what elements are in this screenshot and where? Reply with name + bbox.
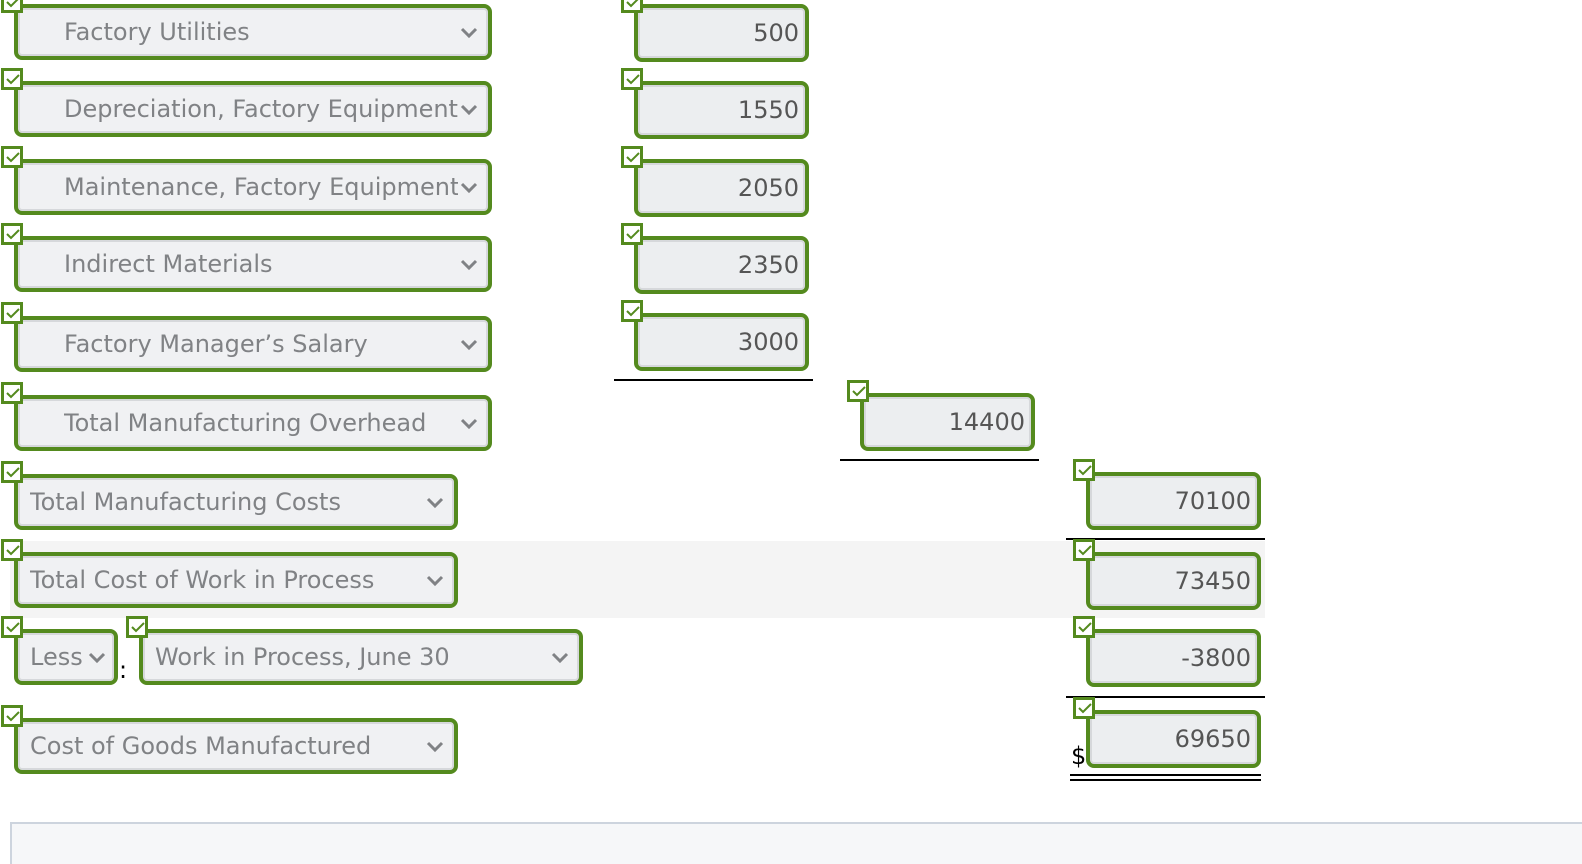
double-underline-top (1070, 774, 1261, 776)
chevron-down-icon (460, 182, 478, 194)
correct-check-icon (1, 0, 23, 13)
chevron-down-icon (88, 652, 106, 664)
correct-check-icon (1, 461, 23, 483)
amount-input-depreciation[interactable]: 1550 (634, 81, 809, 139)
correct-check-icon (1073, 697, 1095, 719)
amount-input-total-overhead[interactable]: 14400 (860, 393, 1035, 451)
select-value: Total Manufacturing Costs (30, 488, 341, 516)
correct-check-icon (847, 380, 869, 402)
subtotal-rule (1066, 696, 1265, 698)
correct-check-icon (621, 300, 643, 322)
correct-check-icon (1, 616, 23, 638)
correct-check-icon (1073, 616, 1095, 638)
chevron-down-icon (426, 741, 444, 753)
correct-check-icon (1, 539, 23, 561)
double-underline-bottom (1070, 779, 1261, 781)
correct-check-icon (1, 705, 23, 727)
subtotal-rule (614, 379, 813, 381)
chevron-down-icon (460, 27, 478, 39)
select-value: Depreciation, Factory Equipment (64, 95, 458, 123)
account-select-cogm[interactable]: Cost of Goods Manufactured (14, 718, 458, 774)
account-select-total-overhead[interactable]: Total Manufacturing Overhead (14, 395, 492, 451)
correct-check-icon (621, 0, 643, 13)
account-select-maintenance[interactable]: Maintenance, Factory Equipment (14, 159, 492, 215)
correct-check-icon (1073, 539, 1095, 561)
select-value: Less (30, 643, 83, 671)
chevron-down-icon (460, 418, 478, 430)
account-select-wip-june-30[interactable]: Work in Process, June 30 (139, 629, 583, 685)
correct-check-icon (126, 616, 148, 638)
select-value: Work in Process, June 30 (155, 643, 450, 671)
correct-check-icon (1, 302, 23, 324)
amount-input-factory-utilities[interactable]: 500 (634, 4, 809, 62)
select-value: Total Cost of Work in Process (30, 566, 375, 594)
account-select-total-cost-wip[interactable]: Total Cost of Work in Process (14, 552, 458, 608)
correct-check-icon (1, 146, 23, 168)
select-value: Factory Utilities (64, 18, 250, 46)
select-value: Indirect Materials (64, 250, 273, 278)
account-select-indirect-materials[interactable]: Indirect Materials (14, 236, 492, 292)
correct-check-icon (1, 223, 23, 245)
chevron-down-icon (460, 339, 478, 351)
subtotal-rule (840, 459, 1039, 461)
amount-input-total-manufacturing-costs[interactable]: 70100 (1086, 472, 1261, 530)
correct-check-icon (1, 68, 23, 90)
separator-colon: : (119, 656, 128, 684)
amount-input-manager-salary[interactable]: 3000 (634, 313, 809, 371)
account-select-depreciation[interactable]: Depreciation, Factory Equipment (14, 81, 492, 137)
amount-input-indirect-materials[interactable]: 2350 (634, 236, 809, 294)
amount-input-total-cost-wip[interactable]: 73450 (1086, 552, 1261, 610)
amount-input-wip-june-30[interactable]: -3800 (1086, 629, 1261, 687)
chevron-down-icon (426, 575, 444, 587)
amount-input-cogm[interactable]: 69650 (1086, 710, 1261, 768)
correct-check-icon (1, 382, 23, 404)
correct-check-icon (621, 68, 643, 90)
select-value: Cost of Goods Manufactured (30, 732, 372, 760)
chevron-down-icon (460, 104, 478, 116)
chevron-down-icon (460, 259, 478, 271)
chevron-down-icon (551, 652, 569, 664)
subtotal-rule (1066, 538, 1265, 540)
account-select-manager-salary[interactable]: Factory Manager’s Salary (14, 316, 492, 372)
chevron-down-icon (426, 497, 444, 509)
account-select-total-manufacturing-costs[interactable]: Total Manufacturing Costs (14, 474, 458, 530)
correct-check-icon (621, 146, 643, 168)
select-value: Factory Manager’s Salary (64, 330, 368, 358)
correct-check-icon (621, 223, 643, 245)
modifier-select-less[interactable]: Less (14, 629, 118, 685)
select-value: Maintenance, Factory Equipment (64, 173, 458, 201)
correct-check-icon (1073, 459, 1095, 481)
select-value: Total Manufacturing Overhead (64, 409, 427, 437)
amount-input-maintenance[interactable]: 2050 (634, 159, 809, 217)
bottom-panel (10, 822, 1582, 864)
currency-symbol: $ (1071, 742, 1087, 770)
account-select-factory-utilities[interactable]: Factory Utilities (14, 4, 492, 60)
